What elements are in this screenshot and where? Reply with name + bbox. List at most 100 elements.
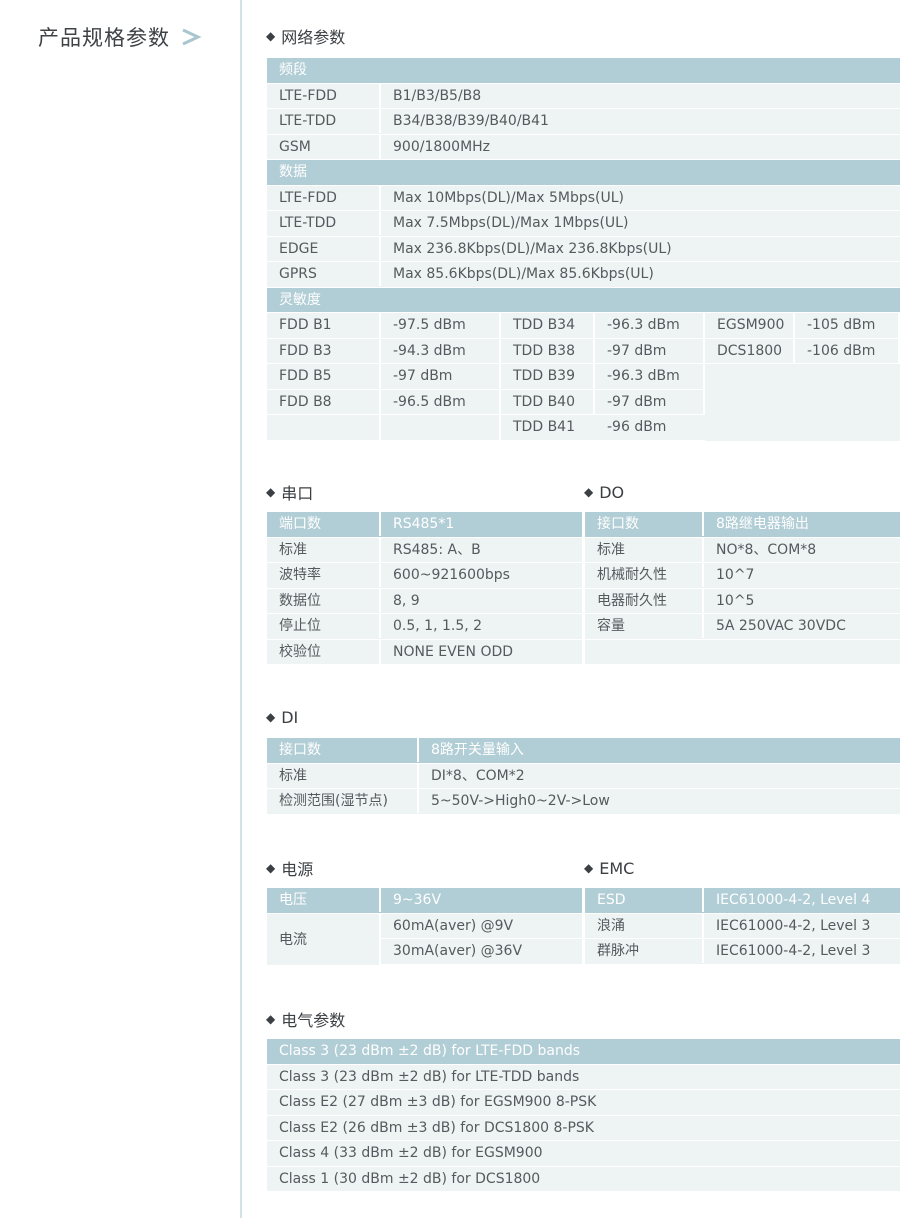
row-value: Max 10Mbps(DL)/Max 5Mbps(UL) bbox=[393, 189, 624, 206]
table-row: Class E2 (26 dBm ±3 dB) for DCS1800 8-PS… bbox=[267, 1115, 900, 1141]
table-row: 30mA(aver) @36V bbox=[381, 939, 582, 965]
row-key: LTE-FDD bbox=[267, 83, 381, 108]
diamond-icon: ◆ bbox=[266, 29, 276, 43]
row-key: 机械耐久性 bbox=[585, 563, 704, 587]
section-title-text: DO bbox=[599, 482, 625, 502]
chevron-right-icon bbox=[180, 27, 202, 47]
row-key: 标准 bbox=[585, 537, 704, 562]
table-subheader: 数据 bbox=[267, 160, 900, 186]
di-table: 接口数 8路开关量输入 标准 DI*8、COM*2 检测范围(湿节点) 5~50… bbox=[267, 738, 900, 815]
diamond-icon: ◆ bbox=[266, 710, 276, 724]
table-row: Class 3 (23 dBm ±2 dB) for LTE-TDD bands bbox=[267, 1064, 900, 1090]
sens-key: FDD B3 bbox=[267, 338, 381, 364]
table-row: Class 4 (33 dBm ±2 dB) for EGSM900 bbox=[267, 1141, 900, 1167]
row-key: 停止位 bbox=[267, 614, 381, 638]
row-key: 接口数 bbox=[585, 512, 704, 536]
section-title-serial: ◆ 串口 bbox=[266, 481, 313, 503]
blank-cell bbox=[381, 415, 501, 441]
sens-value: -105 dBm bbox=[795, 313, 900, 339]
table-row: 容量 5A 250VAC 30VDC bbox=[585, 614, 900, 640]
sens-value: -96.5 dBm bbox=[381, 389, 501, 415]
table-row: 波特率 600~921600bps bbox=[267, 563, 582, 589]
row-key: GSM bbox=[267, 134, 381, 159]
row-value: Max 236.8Kbps(DL)/Max 236.8Kbps(UL) bbox=[393, 240, 672, 257]
row-value: 8路继电器输出 bbox=[716, 516, 809, 532]
row-key: 标准 bbox=[267, 537, 381, 562]
section-title-emc: ◆ EMC bbox=[584, 857, 634, 879]
sens-key: TDD B34 bbox=[501, 313, 595, 339]
sens-value: -97.5 dBm bbox=[381, 313, 501, 339]
row-key: GPRS bbox=[267, 262, 381, 286]
row-key: ESD bbox=[585, 888, 704, 912]
section-title-power: ◆ 电源 bbox=[266, 857, 313, 879]
do-table: 接口数 8路继电器输出 标准 NO*8、COM*8 机械耐久性 10^7 电器耐… bbox=[585, 512, 900, 665]
row-value: Class E2 (26 dBm ±3 dB) for DCS1800 8-PS… bbox=[279, 1119, 594, 1136]
row-key: 浪涌 bbox=[585, 913, 704, 938]
row-key: 标准 bbox=[267, 763, 419, 788]
table-row: LTE-FDD Max 10Mbps(DL)/Max 5Mbps(UL) bbox=[267, 185, 900, 211]
section-title-text: 电源 bbox=[281, 860, 314, 879]
row-value: Class 3 (23 dBm ±2 dB) for LTE-FDD bands bbox=[279, 1043, 581, 1059]
section-title-di: ◆ DI bbox=[266, 706, 298, 728]
row-value: RS485: A、B bbox=[393, 541, 481, 558]
row-value: 600~921600bps bbox=[393, 567, 510, 583]
subheader-label: 频段 bbox=[279, 62, 307, 78]
table-row: 标准 NO*8、COM*8 bbox=[585, 537, 900, 563]
row-value: B1/B3/B5/B8 bbox=[393, 87, 482, 104]
diamond-icon: ◆ bbox=[266, 485, 276, 499]
table-row: 标准 RS485: A、B bbox=[267, 537, 582, 563]
divider-line bbox=[240, 0, 242, 1218]
table-row: 60mA(aver) @9V bbox=[381, 913, 582, 939]
table-row: 标准 DI*8、COM*2 bbox=[267, 763, 900, 789]
row-value: 5A 250VAC 30VDC bbox=[716, 618, 846, 634]
row-value: 8, 9 bbox=[393, 592, 420, 609]
sens-key: EGSM900 bbox=[705, 313, 795, 339]
sens-value: -97 dBm bbox=[381, 364, 501, 390]
row-key: 端口数 bbox=[267, 512, 381, 536]
row-key: 检测范围(湿节点) bbox=[267, 789, 419, 813]
row-value: IEC61000-4-2, Level 3 bbox=[716, 917, 871, 934]
emc-table: ESD IEC61000-4-2, Level 4 浪涌 IEC61000-4-… bbox=[585, 888, 900, 965]
row-key: 接口数 bbox=[267, 738, 419, 762]
table-row: 数据位 8, 9 bbox=[267, 588, 582, 614]
table-row: Class E2 (27 dBm ±3 dB) for EGSM900 8-PS… bbox=[267, 1090, 900, 1116]
blank-cell bbox=[795, 364, 900, 442]
row-value: 5~50V->High0~2V->Low bbox=[431, 793, 610, 809]
diamond-icon: ◆ bbox=[584, 485, 594, 499]
table-header: Class 3 (23 dBm ±2 dB) for LTE-FDD bands bbox=[267, 1039, 900, 1065]
table-row-blank bbox=[585, 639, 900, 665]
row-key: LTE-TDD bbox=[267, 109, 381, 133]
row-value: 10^7 bbox=[716, 567, 755, 583]
row-value: NO*8、COM*8 bbox=[716, 541, 817, 558]
row-key: 容量 bbox=[585, 614, 704, 638]
row-value: NONE EVEN ODD bbox=[393, 643, 514, 660]
section-title-text: 电气参数 bbox=[281, 1011, 346, 1030]
blank-cell bbox=[585, 640, 900, 664]
row-key: 校验位 bbox=[267, 639, 381, 664]
table-row: 机械耐久性 10^7 bbox=[585, 563, 900, 589]
row-key: 数据位 bbox=[267, 588, 381, 613]
sens-key: TDD B40 bbox=[501, 389, 595, 415]
table-row: LTE-FDD B1/B3/B5/B8 bbox=[267, 83, 900, 109]
sens-value: -96 dBm bbox=[595, 415, 705, 441]
table-row: LTE-TDD B34/B38/B39/B40/B41 bbox=[267, 109, 900, 135]
table-row: EDGE Max 236.8Kbps(DL)/Max 236.8Kbps(UL) bbox=[267, 236, 900, 262]
table-subheader: 灵敏度 bbox=[267, 287, 900, 313]
table-row: GPRS Max 85.6Kbps(DL)/Max 85.6Kbps(UL) bbox=[267, 262, 900, 288]
section-title-text: 串口 bbox=[281, 484, 314, 503]
sens-key: FDD B5 bbox=[267, 364, 381, 390]
row-key: EDGE bbox=[267, 236, 381, 261]
table-row: 浪涌 IEC61000-4-2, Level 3 bbox=[585, 913, 900, 939]
power-table: 电压 9~36V 电流 60mA(aver) @9V 30mA(aver) @3… bbox=[267, 888, 582, 965]
section-title-text: EMC bbox=[599, 858, 635, 878]
sens-key: FDD B1 bbox=[267, 313, 381, 339]
section-title-do: ◆ DO bbox=[584, 481, 624, 503]
sens-value: -97 dBm bbox=[595, 389, 705, 415]
table-header: 电压 9~36V bbox=[267, 888, 582, 914]
current-label: 电流 bbox=[267, 913, 381, 965]
row-value: 10^5 bbox=[716, 592, 755, 609]
section-title-electrical: ◆ 电气参数 bbox=[266, 1008, 345, 1030]
sens-key: FDD B8 bbox=[267, 389, 381, 415]
diamond-icon: ◆ bbox=[266, 861, 276, 875]
blank-cell bbox=[267, 415, 381, 441]
